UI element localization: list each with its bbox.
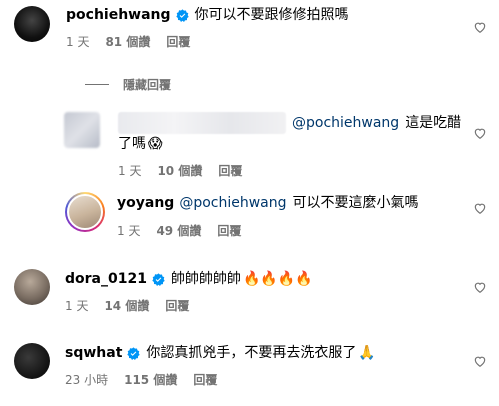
comment-text: 帥帥帥帥帥 <box>170 271 241 287</box>
avatar[interactable] <box>14 269 50 305</box>
comment-likes[interactable]: 49 個讚 <box>156 224 201 238</box>
comment-username[interactable]: sqwhat <box>65 343 122 363</box>
avatar[interactable] <box>64 112 100 148</box>
heart-icon[interactable] <box>473 126 487 140</box>
comment-time[interactable]: 1 天 <box>65 299 88 313</box>
reply-button[interactable]: 回覆 <box>218 164 242 178</box>
comment-time[interactable]: 1 天 <box>117 224 140 238</box>
verified-badge-icon <box>127 346 141 360</box>
blurred-username <box>118 112 286 134</box>
reply-button[interactable]: 回覆 <box>165 299 189 313</box>
scream-emoji: 😱 <box>148 136 163 152</box>
comment-body: @pochiehwang 這是吃醋 了嗎 😱 1 天 10 個讚 回覆 <box>118 112 478 178</box>
comment-time[interactable]: 1 天 <box>118 164 141 178</box>
comment-meta: 1 天 10 個讚 回覆 <box>118 164 478 178</box>
comment-time[interactable]: 23 小時 <box>65 373 108 387</box>
comment-body: dora_0121 帥帥帥帥帥 🔥🔥🔥🔥 1 天 14 個讚 回覆 <box>65 269 313 313</box>
fire-emoji: 🔥🔥🔥🔥 <box>242 271 313 287</box>
hide-replies-label: 隱藏回覆 <box>123 78 172 92</box>
heart-icon[interactable] <box>473 354 487 368</box>
comment-username[interactable]: pochiehwang <box>66 5 171 25</box>
comment-mention[interactable]: @pochiehwang <box>292 113 399 133</box>
comment-meta: 1 天 49 個讚 回覆 <box>117 224 419 238</box>
comment-yoyang: yoyang @pochiehwang 可以不要這麼小氣嗎 1 天 49 個讚 … <box>65 192 419 238</box>
comment-likes[interactable]: 81 個讚 <box>105 35 150 49</box>
comment-text: 可以不要這麼小氣嗎 <box>292 195 419 211</box>
hide-replies-button[interactable]: 隱藏回覆 <box>85 76 171 93</box>
comment-username[interactable]: dora_0121 <box>65 269 147 289</box>
reply-button[interactable]: 回覆 <box>217 224 241 238</box>
comment-reply-blurred: @pochiehwang 這是吃醋 了嗎 😱 1 天 10 個讚 回覆 <box>64 112 478 178</box>
comment-time[interactable]: 1 天 <box>66 35 89 49</box>
comment-meta: 1 天 81 個讚 回覆 <box>66 35 349 49</box>
comment-sqwhat: sqwhat 你認真抓兇手，不要再去洗衣服了 🙏 23 小時 115 個讚 回覆 <box>14 343 376 387</box>
heart-icon[interactable] <box>473 20 487 34</box>
comment-body: pochiehwang 你可以不要跟修修拍照嗎 1 天 81 個讚 回覆 <box>66 6 349 49</box>
comment-dora-0121: dora_0121 帥帥帥帥帥 🔥🔥🔥🔥 1 天 14 個讚 回覆 <box>14 269 313 313</box>
comment-mention[interactable]: @pochiehwang <box>179 193 286 213</box>
verified-badge-icon <box>175 8 189 22</box>
comment-likes[interactable]: 10 個讚 <box>157 164 202 178</box>
comment-text: 你認真抓兇手，不要再去洗衣服了 <box>146 345 357 361</box>
reply-button[interactable]: 回覆 <box>193 373 217 387</box>
comment-text-continued: 了嗎 <box>118 136 146 152</box>
comment-likes[interactable]: 14 個讚 <box>104 299 149 313</box>
heart-icon[interactable] <box>473 201 487 215</box>
pray-emoji: 🙏 <box>358 345 376 361</box>
reply-button[interactable]: 回覆 <box>166 35 190 49</box>
hide-replies-divider <box>85 84 109 85</box>
comment-text: 你可以不要跟修修拍照嗎 <box>194 7 349 23</box>
comment-body: sqwhat 你認真抓兇手，不要再去洗衣服了 🙏 23 小時 115 個讚 回覆 <box>65 343 376 387</box>
comment-likes[interactable]: 115 個讚 <box>124 373 177 387</box>
avatar[interactable] <box>14 343 50 379</box>
comment-meta: 1 天 14 個讚 回覆 <box>65 299 313 313</box>
comment-text: 這是吃醋 <box>405 115 462 131</box>
avatar[interactable] <box>14 6 50 42</box>
heart-icon[interactable] <box>473 280 487 294</box>
verified-badge-icon <box>152 272 165 286</box>
comment-meta: 23 小時 115 個讚 回覆 <box>65 373 376 387</box>
comment-body: yoyang @pochiehwang 可以不要這麼小氣嗎 1 天 49 個讚 … <box>117 192 419 238</box>
comment-pochiehwang: pochiehwang 你可以不要跟修修拍照嗎 1 天 81 個讚 回覆 <box>14 6 349 49</box>
comment-username[interactable]: yoyang <box>117 193 174 213</box>
avatar[interactable] <box>65 192 105 232</box>
